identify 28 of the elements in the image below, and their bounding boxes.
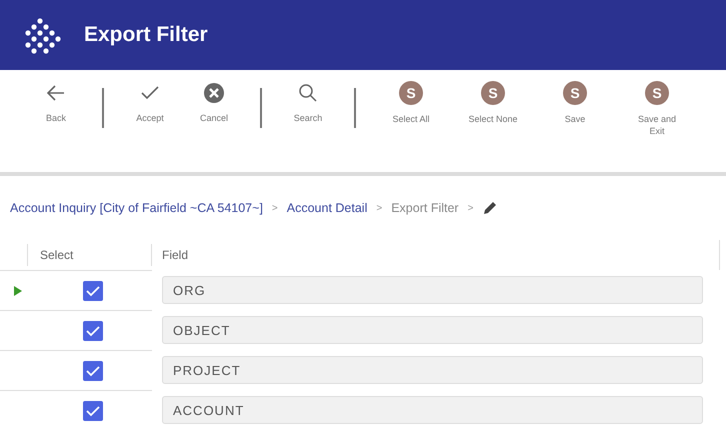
toolbar-button[interactable]: S Select All: [385, 82, 437, 125]
breadcrumb-separator: >: [376, 202, 382, 214]
field-input[interactable]: OBJECT: [162, 316, 703, 344]
checkbox[interactable]: [83, 360, 103, 380]
breadcrumb-separator: >: [468, 202, 474, 214]
checkbox[interactable]: [83, 320, 103, 340]
field-input[interactable]: PROJECT: [162, 356, 703, 384]
window-title: Export Filter: [84, 23, 208, 47]
toolbar-button[interactable]: S Save: [549, 82, 601, 125]
column-header: Select: [27, 244, 151, 266]
field-input[interactable]: ACCOUNT: [162, 396, 703, 424]
toolbar-button[interactable]: S Select None: [467, 82, 519, 125]
toolbar-button[interactable]: S Save and Exit: [631, 82, 683, 137]
toolbar-button[interactable]: Search: [282, 82, 334, 124]
cancel-icon: [203, 82, 225, 104]
column-header: Field: [151, 244, 188, 266]
field-input[interactable]: ORG: [162, 276, 703, 304]
checkbox[interactable]: [83, 400, 103, 420]
toolbar-button[interactable]: Back: [30, 82, 82, 124]
toolbar-button[interactable]: Cancel: [188, 82, 240, 124]
checkbox[interactable]: [83, 280, 103, 300]
search-icon: [297, 82, 319, 104]
toolbar-button[interactable]: Accept: [124, 82, 176, 124]
breadcrumb-link[interactable]: Account Detail: [286, 201, 368, 215]
breadcrumb-separator: >: [272, 202, 278, 214]
breadcrumb-link[interactable]: Account Inquiry [City of Fairfield ~CA 54107~]: [10, 201, 263, 215]
breadcrumb-link[interactable]: Export Filter: [391, 201, 459, 215]
pencil-icon[interactable]: [482, 200, 498, 216]
